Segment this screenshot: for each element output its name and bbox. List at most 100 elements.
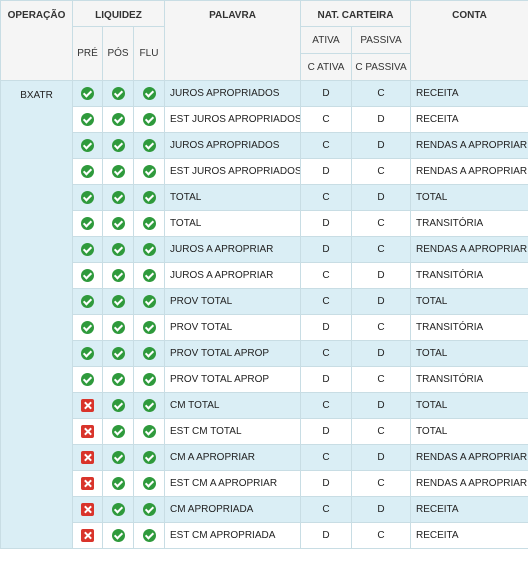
check-circle-icon [81,113,94,126]
check-circle-icon [142,399,156,412]
ativa-cell: D [300,418,352,445]
liquidez-pre-cell [72,366,103,393]
liquidez-flu-cell [133,158,165,185]
ativa-cell: D [300,236,352,263]
check-circle-icon [111,451,125,464]
liquidez-flu-cell [133,314,165,341]
header-nat-carteira: NAT. CARTEIRA [300,0,411,27]
palavra-cell: CM TOTAL [164,392,301,419]
check-circle-icon [111,217,125,230]
liquidez-pre-cell [72,132,103,159]
table-row: EST CM APROPRIADA D C RECEITA [1,522,528,549]
header-c-ativa: C ATIVA [300,53,352,81]
palavra-cell: EST CM APROPRIADA [164,522,301,549]
passiva-cell: D [351,340,411,367]
conta-cell: TRANSITÓRIA [410,262,528,289]
conta-cell: RECEITA [410,106,528,133]
ativa-cell: C [300,444,352,471]
check-circle-icon [142,529,156,542]
table-row: EST CM TOTAL D C TOTAL [1,418,528,445]
ativa-cell: D [300,314,352,341]
conta-cell: RECEITA [410,496,528,523]
header-ativa: ATIVA [300,26,352,54]
table-row: PROV TOTAL APROP C D TOTAL [1,340,528,367]
palavra-cell: TOTAL [164,184,301,211]
liquidez-pos-cell [102,340,134,367]
ativa-cell: C [300,288,352,315]
passiva-cell: D [351,496,411,523]
passiva-cell: D [351,444,411,471]
palavra-cell: CM APROPRIADA [164,496,301,523]
check-circle-icon [142,243,156,256]
palavra-cell: PROV TOTAL [164,288,301,315]
liquidez-pre-cell [72,262,103,289]
check-circle-icon [142,451,156,464]
table-row: EST CM A APROPRIAR D C RENDAS A APROPRIAR [1,470,528,497]
liquidez-pre-cell [72,392,103,419]
palavra-cell: EST JUROS APROPRIADOS [164,106,301,133]
palavra-cell: JUROS APROPRIADOS [164,132,301,159]
liquidez-pos-cell [102,418,134,445]
liquidez-flu-cell [133,132,165,159]
table-body: BXATR JUROS APROPRIADOS D C RECEITA EST JUROS… [0,80,528,549]
passiva-cell: C [351,80,411,107]
table-row: PROV TOTAL D C TRANSITÓRIA [1,314,528,341]
liquidez-flu-cell [133,470,165,497]
liquidez-pos-cell [102,496,134,523]
liquidez-pre-cell [72,314,103,341]
ativa-cell: C [300,106,352,133]
passiva-cell: C [351,366,411,393]
check-circle-icon [142,139,156,152]
table-row: EST JUROS APROPRIADOS C D RECEITA [1,106,528,133]
liquidez-pre-cell [72,210,103,237]
conta-cell: TOTAL [410,392,528,419]
operacao-cell: BXATR [0,80,73,549]
table-row: JUROS A APROPRIAR D C RENDAS A APROPRIAR [1,236,528,263]
liquidez-pre-cell [72,106,103,133]
header-liquidez: LIQUIDEZ [72,0,165,27]
liquidez-pos-cell [102,366,134,393]
passiva-cell: D [351,288,411,315]
rules-table: OPERAÇÃO LIQUIDEZ PALAVRA NAT. CARTEIRA … [0,0,528,549]
conta-cell: TRANSITÓRIA [410,366,528,393]
conta-cell: TOTAL [410,288,528,315]
liquidez-flu-cell [133,496,165,523]
conta-cell: RENDAS A APROPRIAR [410,158,528,185]
check-circle-icon [111,373,125,386]
liquidez-flu-cell [133,236,165,263]
conta-cell: TRANSITÓRIA [410,314,528,341]
palavra-cell: EST CM A APROPRIAR [164,470,301,497]
check-circle-icon [81,243,94,256]
check-circle-icon [81,165,94,178]
liquidez-flu-cell [133,366,165,393]
passiva-cell: C [351,522,411,549]
palavra-cell: PROV TOTAL APROP [164,340,301,367]
check-circle-icon [111,269,125,282]
table-row: EST JUROS APROPRIADOS D C RENDAS A APROPRIA… [1,158,528,185]
passiva-cell: D [351,262,411,289]
conta-cell: RENDAS A APROPRIAR [410,236,528,263]
passiva-cell: D [351,392,411,419]
ativa-cell: C [300,132,352,159]
liquidez-pre-cell [72,236,103,263]
liquidez-pos-cell [102,262,134,289]
x-square-icon [81,399,94,412]
header-conta: CONTA [410,0,528,81]
liquidez-flu-cell [133,392,165,419]
liquidez-pre-cell [72,80,103,107]
conta-cell: RENDAS A APROPRIAR [410,132,528,159]
palavra-cell: CM A APROPRIAR [164,444,301,471]
table-row: CM TOTAL C D TOTAL [1,392,528,419]
passiva-cell: C [351,210,411,237]
liquidez-flu-cell [133,262,165,289]
liquidez-pre-cell [72,158,103,185]
liquidez-pos-cell [102,236,134,263]
conta-cell: TOTAL [410,418,528,445]
liquidez-flu-cell [133,106,165,133]
conta-cell: RECEITA [410,522,528,549]
palavra-cell: EST JUROS APROPRIADOS [164,158,301,185]
check-circle-icon [81,269,94,282]
ativa-cell: C [300,496,352,523]
conta-cell: RENDAS A APROPRIAR [410,444,528,471]
conta-cell: TOTAL [410,340,528,367]
